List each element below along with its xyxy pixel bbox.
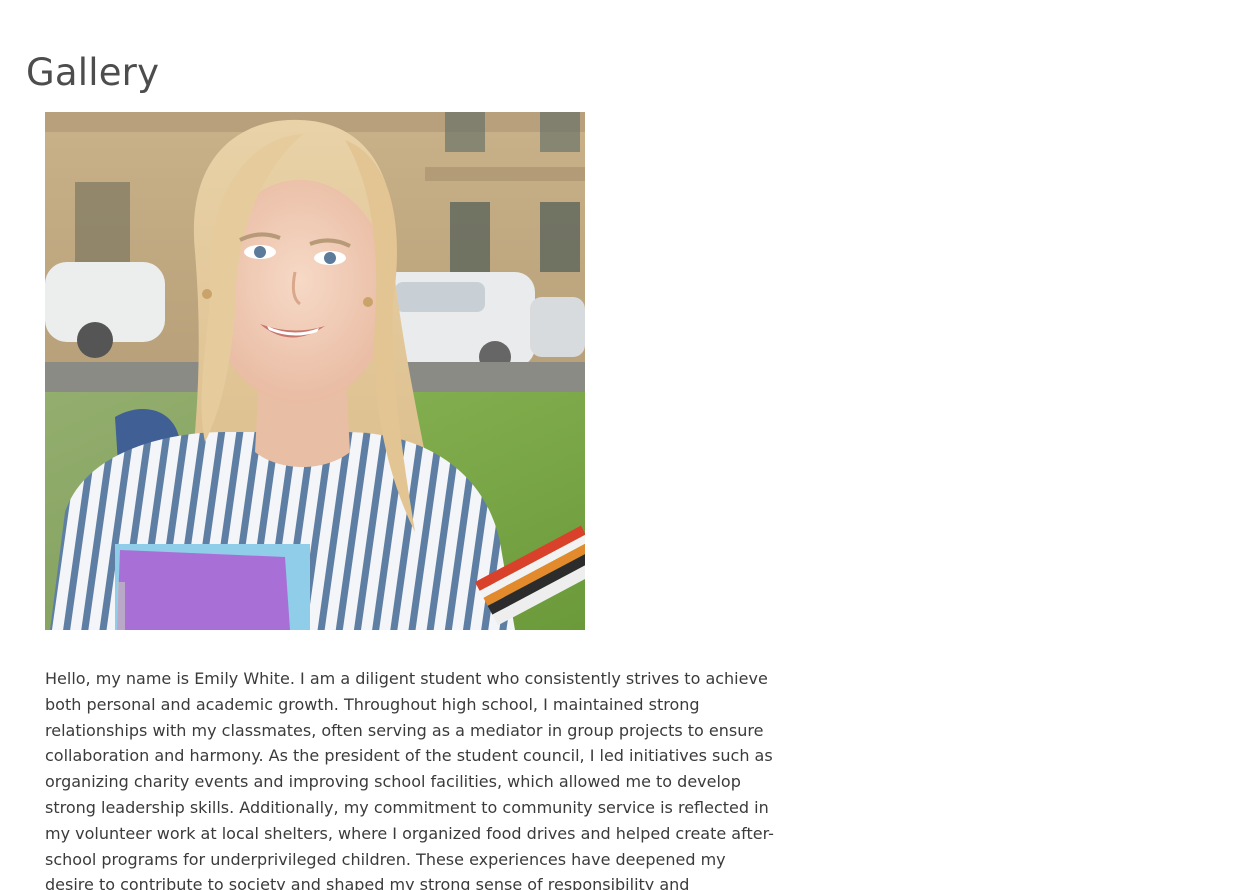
student-portrait-image [45,112,585,630]
student-bio-text: Hello, my name is Emily White. I am a di… [45,669,774,890]
page-title: Gallery [26,51,160,94]
